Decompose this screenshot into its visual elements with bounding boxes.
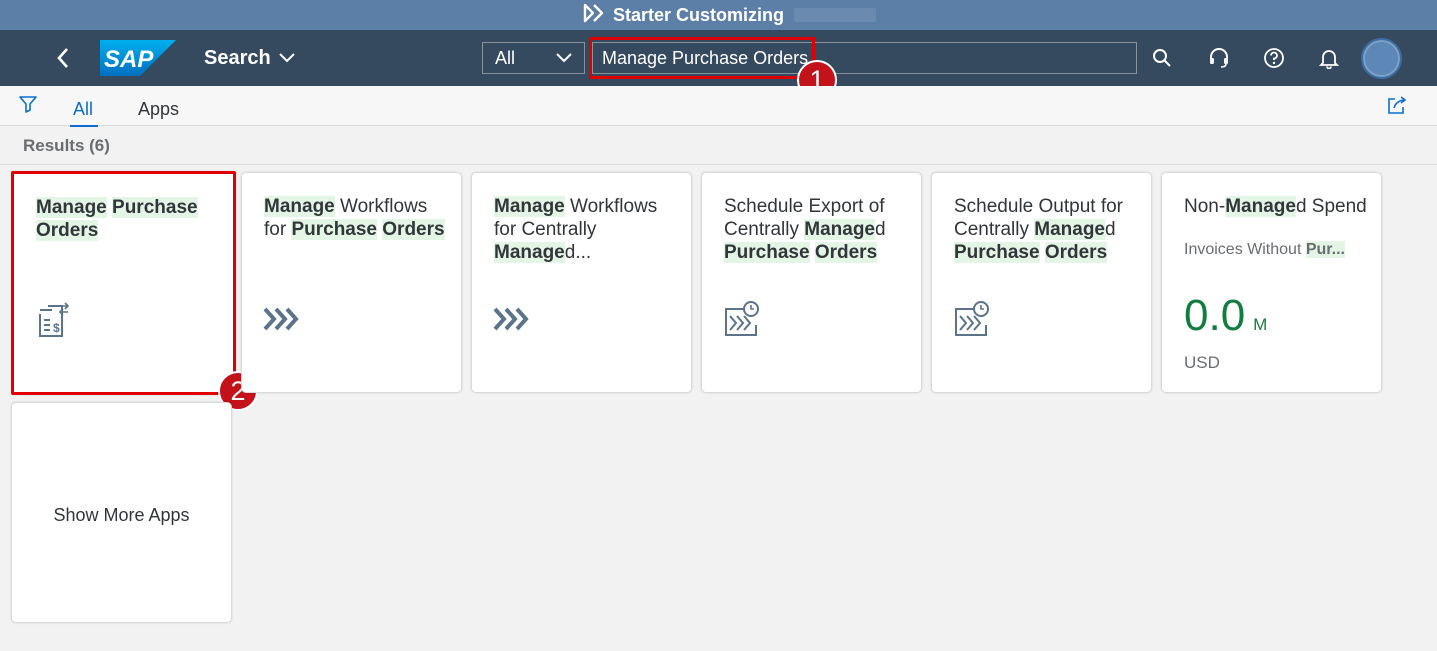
search-match-highlight: Manage: [36, 197, 107, 218]
scope-value: All: [495, 47, 516, 68]
kpi-value: 0.0: [1184, 291, 1246, 340]
tab-all-label: All: [73, 99, 94, 119]
search-match-highlight: Purchase: [112, 197, 198, 218]
title-text: d Spend: [1295, 196, 1367, 217]
redacted-text: [794, 8, 877, 22]
show-more-label: Show More Apps: [53, 505, 190, 525]
back-button[interactable]: [48, 42, 78, 74]
search-match-highlight: Manage: [494, 242, 565, 263]
process-chevrons-icon: [262, 299, 302, 344]
search-match-highlight: Manage: [494, 196, 565, 217]
title-text: d: [1105, 219, 1116, 240]
kpi-scale: M: [1253, 315, 1268, 334]
search-match-highlight: Pur...: [1305, 241, 1345, 258]
headset-icon[interactable]: [1205, 44, 1233, 72]
shell-bar: SAP Search All Manage Purchase Orders: [0, 30, 1437, 86]
chevron-down-icon: [279, 53, 295, 63]
tab-bar: All Apps: [0, 86, 1437, 127]
svg-text:SAP: SAP: [104, 46, 154, 73]
search-match-highlight: Orders: [382, 219, 445, 240]
user-avatar[interactable]: [1361, 38, 1402, 79]
tile-subtitle: Invoices Without Pur...: [1184, 241, 1369, 259]
chevron-down-icon: [556, 53, 572, 63]
results-count: Results (6): [23, 136, 110, 155]
search-match-highlight: Manage: [264, 196, 335, 217]
sap-logo[interactable]: SAP: [100, 40, 176, 76]
tile-manage-purchase-orders[interactable]: Manage Purchase Orders $: [11, 171, 236, 395]
title-text: d: [875, 219, 886, 240]
search-match-highlight: Manage: [804, 219, 875, 240]
tile-manage-workflows-po[interactable]: Manage Workflows for Purchase Orders: [241, 172, 462, 393]
search-match-highlight: Orders: [814, 242, 878, 263]
search-input-value: Manage Purchase Orders: [602, 47, 809, 68]
chevron-left-icon: [57, 48, 68, 68]
tile-title: Manage Purchase Orders: [36, 196, 221, 242]
forward-arrows-icon: [583, 3, 605, 28]
svg-text:$: $: [53, 321, 60, 335]
search-icon[interactable]: [1148, 44, 1176, 72]
tile-manage-workflows-centrally[interactable]: Manage Workflows for Centrally Managed..…: [471, 172, 692, 393]
purchase-order-icon: $: [34, 300, 74, 345]
tile-title: Non-Managed Spend: [1184, 195, 1369, 218]
search-nav-menu[interactable]: Search: [204, 44, 295, 72]
results-header: Results (6): [0, 127, 1437, 165]
search-match-highlight: Manage: [1034, 219, 1105, 240]
title-bar: Starter Customizing: [0, 0, 1437, 30]
search-match-highlight: Orders: [1044, 242, 1108, 263]
search-input[interactable]: Manage Purchase Orders: [592, 42, 1137, 74]
search-match-highlight: Purchase: [724, 242, 810, 263]
show-more-apps-tile[interactable]: Show More Apps: [11, 402, 232, 623]
tile-non-managed-spend[interactable]: Non-Managed Spend Invoices Without Pur..…: [1161, 172, 1382, 393]
tile-title: Manage Workflows for Centrally Managed..…: [494, 195, 679, 264]
title-text: Invoices Without: [1184, 241, 1306, 258]
search-nav-label: Search: [204, 46, 271, 69]
kpi-value-group: 0.0 M: [1184, 291, 1267, 341]
help-icon[interactable]: [1260, 44, 1288, 72]
bell-icon[interactable]: [1315, 44, 1343, 72]
process-chevrons-icon: [492, 299, 532, 344]
tile-schedule-output[interactable]: Schedule Output for Centrally Managed Pu…: [931, 172, 1152, 393]
tile-title: Manage Workflows for Purchase Orders: [264, 195, 449, 241]
search-match-highlight: Purchase: [954, 242, 1040, 263]
filter-icon[interactable]: [18, 94, 38, 119]
kpi-unit: USD: [1184, 353, 1220, 372]
tile-title: Schedule Output for Centrally Managed Pu…: [954, 195, 1139, 264]
tile-title: Schedule Export of Centrally Managed Pur…: [724, 195, 909, 264]
scheduled-process-icon: [952, 299, 992, 344]
share-icon[interactable]: [1386, 95, 1408, 120]
window-title: Starter Customizing: [613, 4, 785, 25]
search-scope-select[interactable]: All: [482, 42, 585, 74]
tab-apps[interactable]: Apps: [138, 99, 179, 120]
tile-schedule-export[interactable]: Schedule Export of Centrally Managed Pur…: [701, 172, 922, 393]
scheduled-process-icon: [722, 299, 762, 344]
title-text: d...: [564, 242, 592, 263]
tab-all[interactable]: All: [70, 99, 98, 127]
search-match-highlight: Purchase: [291, 219, 377, 240]
title-text: Non-: [1184, 196, 1226, 217]
search-match-highlight: Orders: [36, 220, 99, 241]
search-match-highlight: Manage: [1225, 196, 1296, 217]
